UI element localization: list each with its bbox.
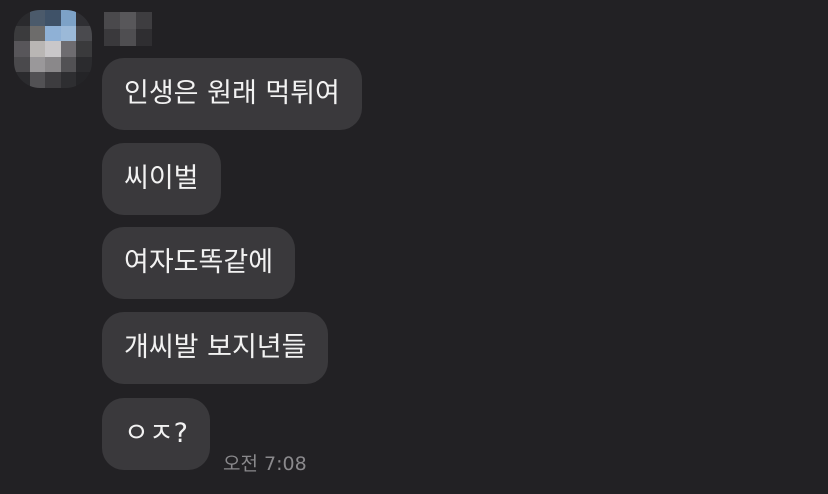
message-bubble[interactable]: ㅇㅈ? xyxy=(102,398,211,470)
message-bubble[interactable]: 개씨발 보지년들 xyxy=(102,312,329,384)
sender-avatar[interactable] xyxy=(14,10,92,88)
message-bubble[interactable]: 씨이벌 xyxy=(102,143,221,215)
message-bubble[interactable]: 인생은 원래 먹튀여 xyxy=(102,58,362,130)
message-timestamp: 오전 7:08 xyxy=(223,453,307,475)
message-bubble[interactable]: 여자도똑같에 xyxy=(102,227,296,299)
sender-name-blurred xyxy=(104,12,152,46)
